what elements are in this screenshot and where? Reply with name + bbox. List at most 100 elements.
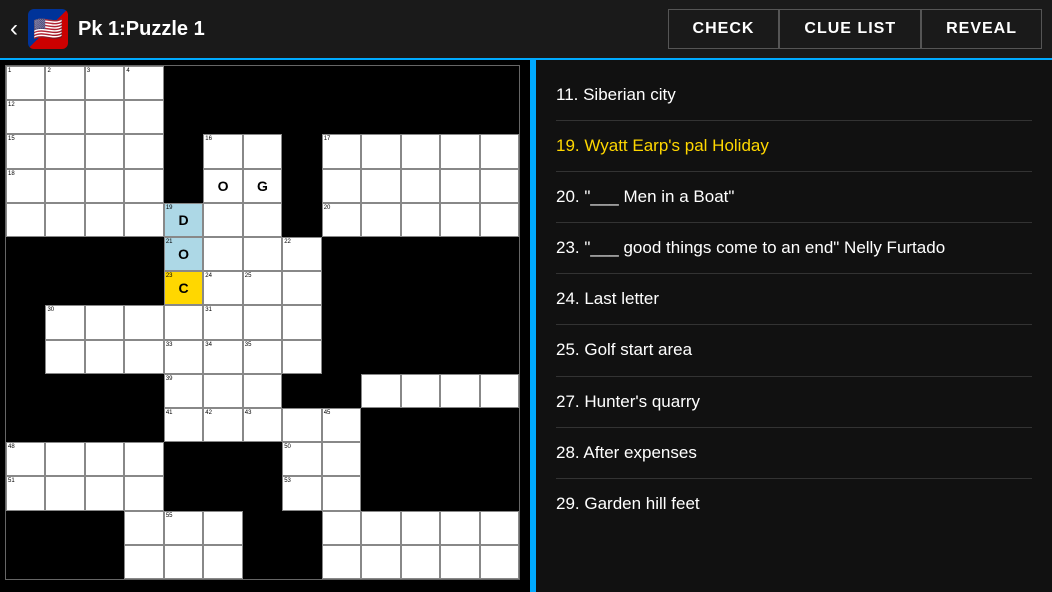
- grid-cell[interactable]: [361, 545, 400, 579]
- grid-cell[interactable]: [480, 340, 519, 374]
- grid-cell[interactable]: [282, 305, 321, 339]
- grid-cell[interactable]: [440, 237, 479, 271]
- grid-cell[interactable]: [322, 374, 361, 408]
- grid-cell[interactable]: [124, 271, 163, 305]
- grid-cell[interactable]: [282, 340, 321, 374]
- grid-cell[interactable]: [322, 476, 361, 510]
- grid-cell[interactable]: [322, 271, 361, 305]
- grid-cell[interactable]: [282, 545, 321, 579]
- grid-cell[interactable]: [243, 476, 282, 510]
- grid-cell[interactable]: [124, 476, 163, 510]
- clue-panel[interactable]: 11. Siberian city19. Wyatt Earp's pal Ho…: [534, 60, 1052, 592]
- grid-cell[interactable]: [361, 100, 400, 134]
- grid-cell[interactable]: [440, 305, 479, 339]
- grid-cell[interactable]: [480, 237, 519, 271]
- grid-cell[interactable]: [361, 203, 400, 237]
- grid-cell[interactable]: [322, 66, 361, 100]
- grid-cell[interactable]: [203, 203, 242, 237]
- grid-cell[interactable]: [361, 511, 400, 545]
- grid-cell[interactable]: [361, 169, 400, 203]
- grid-cell[interactable]: [282, 511, 321, 545]
- grid-cell[interactable]: [6, 545, 45, 579]
- grid-cell[interactable]: 18: [6, 169, 45, 203]
- grid-cell[interactable]: [45, 134, 84, 168]
- grid-cell[interactable]: 55: [164, 511, 203, 545]
- grid-cell[interactable]: [440, 340, 479, 374]
- clue-27[interactable]: 27. Hunter's quarry: [556, 377, 1032, 428]
- grid-cell[interactable]: [480, 203, 519, 237]
- grid-cell[interactable]: [401, 476, 440, 510]
- grid-cell[interactable]: [6, 511, 45, 545]
- grid-cell[interactable]: [480, 545, 519, 579]
- grid-cell[interactable]: [282, 66, 321, 100]
- grid-cell[interactable]: [440, 203, 479, 237]
- grid-cell[interactable]: [45, 340, 84, 374]
- grid-cell[interactable]: [440, 66, 479, 100]
- grid-cell[interactable]: [6, 408, 45, 442]
- grid-cell[interactable]: [124, 442, 163, 476]
- grid-cell[interactable]: [85, 545, 124, 579]
- grid-cell[interactable]: [480, 305, 519, 339]
- grid-cell[interactable]: [6, 203, 45, 237]
- grid-cell[interactable]: [124, 169, 163, 203]
- grid-cell[interactable]: [124, 545, 163, 579]
- grid-cell[interactable]: 12: [6, 100, 45, 134]
- grid-cell[interactable]: [203, 237, 242, 271]
- grid-cell[interactable]: [401, 408, 440, 442]
- grid-cell[interactable]: 45: [322, 408, 361, 442]
- grid-cell[interactable]: [45, 169, 84, 203]
- grid-cell[interactable]: [164, 66, 203, 100]
- grid-cell[interactable]: 31: [203, 305, 242, 339]
- grid-cell[interactable]: [164, 169, 203, 203]
- grid-cell[interactable]: [282, 134, 321, 168]
- grid-cell[interactable]: [440, 374, 479, 408]
- grid-cell[interactable]: [361, 442, 400, 476]
- grid-cell[interactable]: [440, 476, 479, 510]
- grid-cell[interactable]: [124, 237, 163, 271]
- grid-cell[interactable]: [85, 203, 124, 237]
- grid-cell[interactable]: [243, 305, 282, 339]
- grid-cell[interactable]: [243, 66, 282, 100]
- grid-cell[interactable]: [401, 545, 440, 579]
- grid-cell[interactable]: [322, 340, 361, 374]
- grid-cell[interactable]: 17: [322, 134, 361, 168]
- reveal-button[interactable]: REVEAL: [921, 9, 1042, 49]
- grid-cell[interactable]: [480, 374, 519, 408]
- grid-cell[interactable]: 35: [243, 340, 282, 374]
- grid-cell[interactable]: 22: [282, 237, 321, 271]
- grid-cell[interactable]: 4: [124, 66, 163, 100]
- grid-cell[interactable]: 3: [85, 66, 124, 100]
- grid-cell[interactable]: [361, 374, 400, 408]
- grid-cell[interactable]: [401, 237, 440, 271]
- grid-cell[interactable]: 33: [164, 340, 203, 374]
- grid-cell[interactable]: [45, 408, 84, 442]
- grid-cell[interactable]: [361, 340, 400, 374]
- clue-25[interactable]: 25. Golf start area: [556, 325, 1032, 376]
- grid-cell[interactable]: 16: [203, 134, 242, 168]
- grid-cell[interactable]: [85, 100, 124, 134]
- grid-cell[interactable]: 25: [243, 271, 282, 305]
- grid-cell[interactable]: [45, 374, 84, 408]
- grid-cell[interactable]: [85, 169, 124, 203]
- grid-cell[interactable]: [6, 271, 45, 305]
- grid-cell[interactable]: [85, 476, 124, 510]
- grid-cell[interactable]: [322, 237, 361, 271]
- grid-cell[interactable]: [203, 100, 242, 134]
- crossword-area[interactable]: 12341215161718OG19D2021O2223C24253031333…: [0, 60, 530, 592]
- grid-cell[interactable]: 19D: [164, 203, 203, 237]
- grid-cell[interactable]: [45, 511, 84, 545]
- grid-cell[interactable]: [45, 545, 84, 579]
- grid-cell[interactable]: [124, 340, 163, 374]
- grid-cell[interactable]: [401, 100, 440, 134]
- grid-cell[interactable]: [480, 134, 519, 168]
- crossword-grid[interactable]: 12341215161718OG19D2021O2223C24253031333…: [5, 65, 520, 580]
- grid-cell[interactable]: [361, 408, 400, 442]
- grid-cell[interactable]: 43: [243, 408, 282, 442]
- grid-cell[interactable]: 30: [45, 305, 84, 339]
- grid-cell[interactable]: 15: [6, 134, 45, 168]
- grid-cell[interactable]: [85, 511, 124, 545]
- grid-cell[interactable]: 53: [282, 476, 321, 510]
- grid-cell[interactable]: [243, 374, 282, 408]
- grid-cell[interactable]: [480, 66, 519, 100]
- grid-cell[interactable]: [361, 476, 400, 510]
